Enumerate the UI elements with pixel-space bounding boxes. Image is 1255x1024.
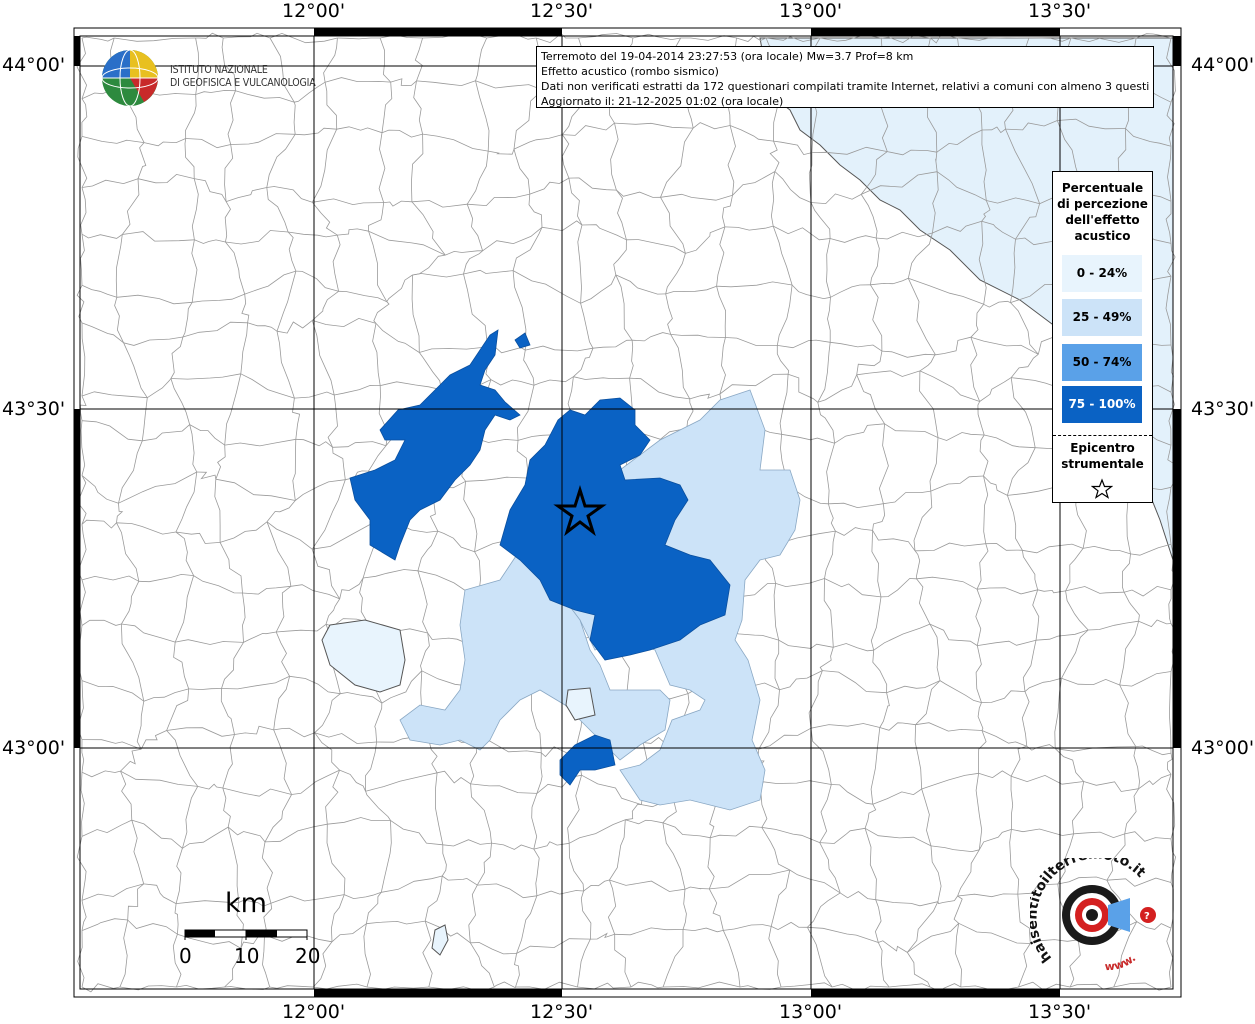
lat-label-left-4400: 44°00' <box>2 54 66 76</box>
hsit-badge-text: haisentitoilterremoto.it www. <box>1030 858 1149 973</box>
scale-title: km <box>225 888 267 919</box>
lon-label-bottom-1230: 12°30' <box>530 1001 594 1023</box>
lon-label-top-1330: 13°30' <box>1028 0 1092 22</box>
lat-label-left-4300: 43°00' <box>2 737 66 759</box>
lat-label-right-4300: 43°00' <box>1191 737 1255 759</box>
legend-epicenter-label: Epicentro strumentale <box>1061 441 1144 471</box>
legend-class-25-49: 25 - 49% <box>1062 299 1142 336</box>
legend-class-75-100: 75 - 100% <box>1062 386 1142 423</box>
legend-title: Percentuale di percezione dell'effetto a… <box>1057 181 1148 243</box>
legend-class-0-24: 0 - 24% <box>1062 255 1142 292</box>
event-updated: Aggiornato il: 21-12-2025 01:02 (ora loc… <box>541 95 784 108</box>
legend-separator <box>1053 435 1152 436</box>
lon-label-bottom-1330: 13°30' <box>1028 1001 1092 1023</box>
lat-label-right-4400: 44°00' <box>1191 54 1255 76</box>
scale-label-20: 20 <box>295 944 321 968</box>
event-subtitle: Effetto acustico (rombo sismico) <box>541 65 719 78</box>
legend: Percentuale di percezione dell'effetto a… <box>1052 171 1153 503</box>
lon-label-bottom-1200: 12°00' <box>282 1001 346 1023</box>
event-info-box: Terremoto del 19-04-2014 23:27:53 (ora l… <box>536 46 1154 108</box>
event-data-note: Dati non verificati estratti da 172 ques… <box>541 80 1149 93</box>
lon-label-bottom-1300: 13°00' <box>779 1001 843 1023</box>
lat-label-left-4330: 43°30' <box>2 398 66 420</box>
legend-star-icon <box>1091 478 1113 499</box>
svg-text:www.: www. <box>1104 951 1138 973</box>
lon-label-top-1200: 12°00' <box>282 0 346 22</box>
ingv-logo-text: ISTITUTO NAZIONALE DI GEOFISICA E VULCAN… <box>170 64 316 89</box>
scale-label-10: 10 <box>234 944 260 968</box>
event-title: Terremoto del 19-04-2014 23:27:53 (ora l… <box>541 50 914 63</box>
lon-label-top-1230: 12°30' <box>530 0 594 22</box>
scale-label-0: 0 <box>179 944 192 968</box>
lat-label-right-4330: 43°30' <box>1191 398 1255 420</box>
lon-label-top-1300: 13°00' <box>779 0 843 22</box>
svg-text:haisentitoilterremoto.it: haisentitoilterremoto.it <box>1030 858 1149 966</box>
legend-class-50-74: 50 - 74% <box>1062 344 1142 381</box>
